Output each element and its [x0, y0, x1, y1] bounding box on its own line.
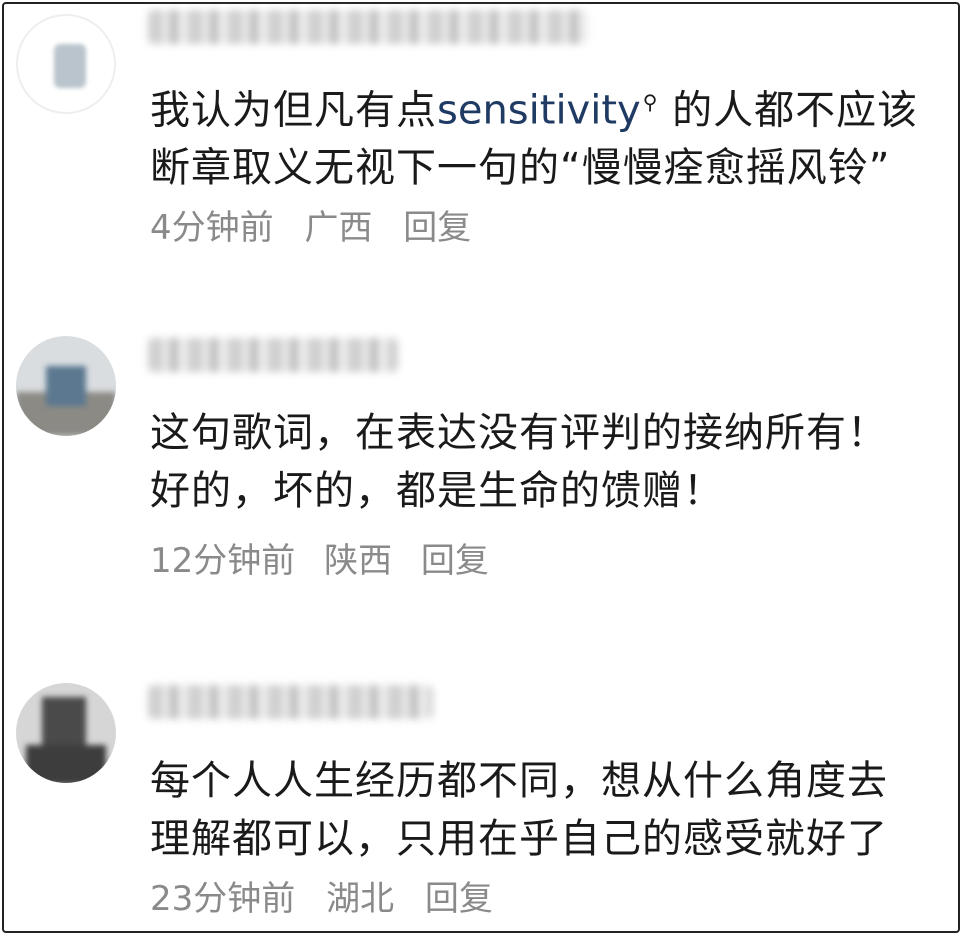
reply-button[interactable]: 回复: [425, 879, 493, 919]
username-blurred[interactable]: [148, 338, 398, 372]
avatar[interactable]: [16, 683, 116, 783]
timestamp: 12分钟前: [150, 541, 296, 581]
avatar[interactable]: [16, 14, 116, 114]
avatar[interactable]: [16, 336, 116, 436]
comment-meta: 23分钟前 湖北 回复: [150, 879, 513, 919]
comment-text: 我认为但凡有点sensitivity ⚲ 的人都不应该断章取义无视下一句的“慢慢痊…: [150, 73, 920, 257]
location: 广西: [304, 208, 373, 249]
location: 湖北: [326, 879, 395, 919]
comment-text: 每个人人生经历都不同，想从什么角度去理解都可以，只用在乎自己的感受就好了 23分…: [150, 752, 920, 928]
username-blurred[interactable]: [148, 10, 588, 44]
comment-meta: 12分钟前 陕西 回复: [150, 533, 507, 582]
comment-meta: 4分钟前 广西 回复: [150, 208, 491, 248]
timestamp: 4分钟前: [150, 208, 274, 249]
location: 陕西: [324, 541, 393, 581]
comment-text-part: 我认为但凡有点: [150, 87, 437, 134]
username-blurred[interactable]: [148, 685, 433, 719]
comment-text-part: 每个人人生经历都不同，想从什么角度去理解都可以，只用在乎自己的感受就好了: [150, 758, 888, 862]
reply-button[interactable]: 回复: [403, 208, 471, 248]
search-icon[interactable]: ⚲: [643, 90, 659, 114]
timestamp: 23分钟前: [150, 879, 296, 919]
keyword-link[interactable]: sensitivity: [437, 87, 641, 133]
reply-button[interactable]: 回复: [421, 541, 489, 581]
comment-text: 这句歌词，在表达没有评判的接纳所有！好的，坏的，都是生命的馈赠！: [150, 410, 888, 514]
